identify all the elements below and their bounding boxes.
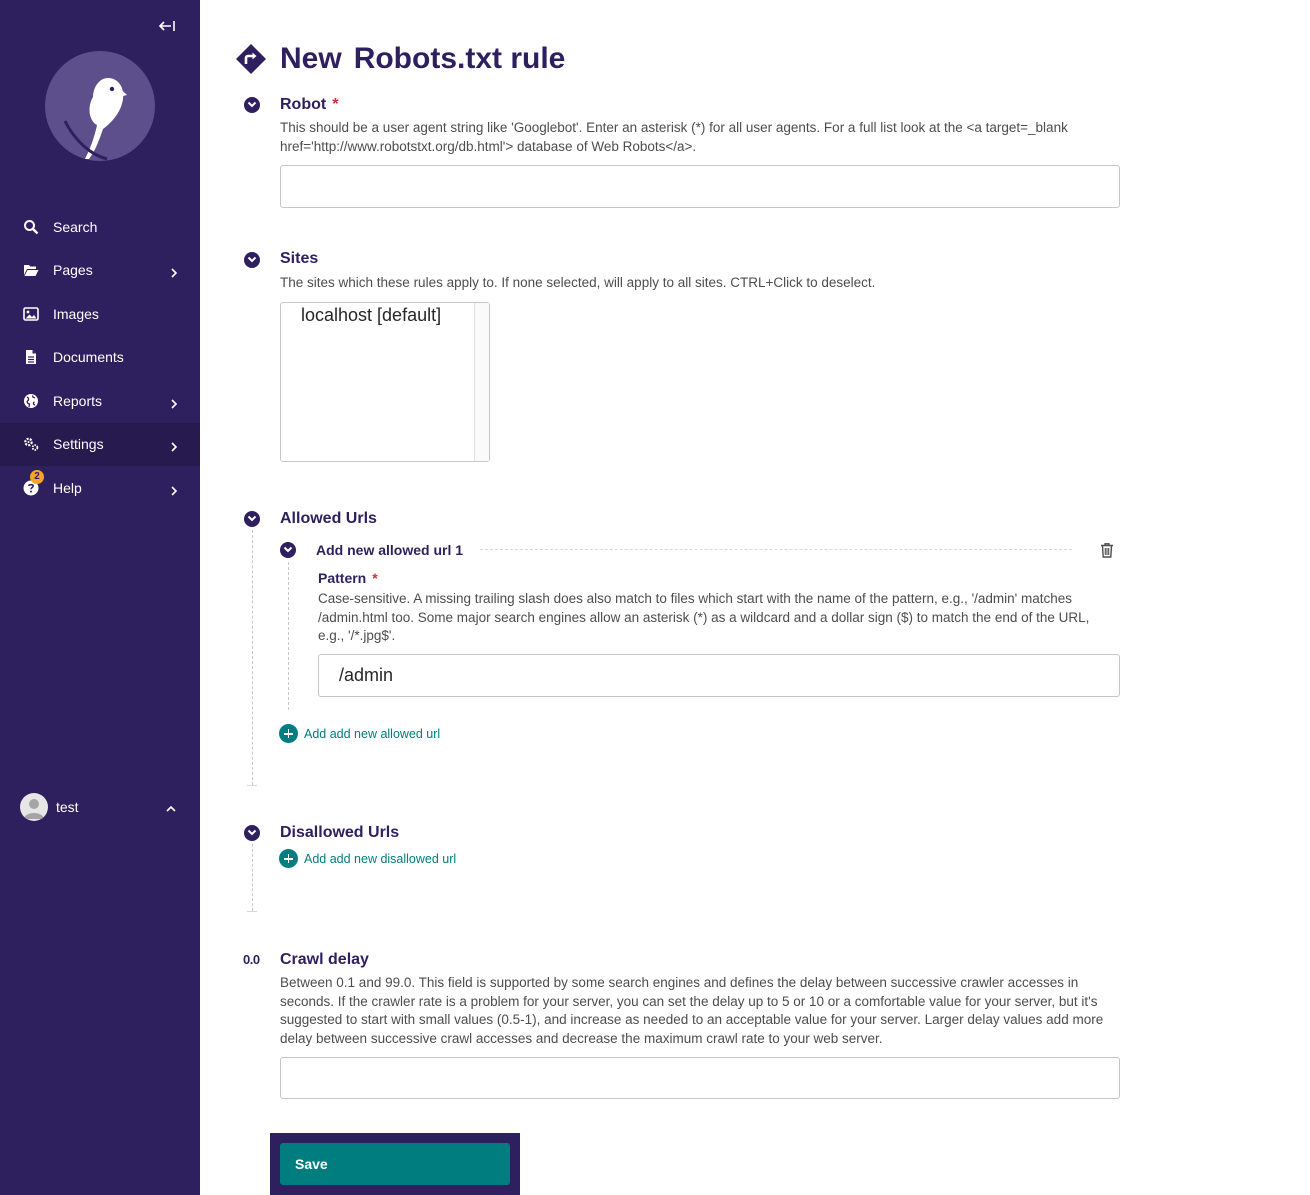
crawl-delay-input[interactable]	[280, 1057, 1120, 1099]
plus-icon	[279, 724, 298, 743]
chevron-right-icon	[169, 439, 179, 452]
avatar	[20, 793, 48, 821]
cogs-icon	[23, 436, 39, 452]
sidebar-item-label: Settings	[53, 436, 104, 453]
folder-open-icon	[23, 262, 39, 278]
robot-label: Robot *	[280, 96, 339, 113]
sidebar: Search Pages Images Documents Reports Se…	[0, 0, 200, 1195]
decimal-icon: 0.0	[243, 952, 260, 967]
page-title: New Robots.txt rule	[280, 42, 565, 76]
add-allowed-url-button[interactable]: Add add new allowed url	[279, 724, 440, 743]
main-content: New Robots.txt rule Robot * This should be…	[200, 0, 1310, 1195]
chevron-right-icon	[169, 265, 179, 278]
sites-label: Sites	[280, 250, 319, 267]
chevron-down-icon	[247, 515, 257, 522]
chevron-right-icon	[169, 483, 179, 496]
chevron-down-icon	[247, 829, 257, 836]
sidebar-item-label: Reports	[53, 392, 103, 409]
pattern-input[interactable]	[318, 654, 1120, 697]
sidebar-item-label: Search	[53, 218, 98, 235]
trash-icon[interactable]	[1100, 542, 1114, 558]
chevron-down-icon	[283, 546, 293, 553]
sidebar-nav: Search Pages Images Documents Reports Se…	[0, 205, 200, 510]
sidebar-item-label: Help	[53, 479, 82, 496]
section-guide-end	[247, 785, 257, 786]
sidebar-item-pages[interactable]: Pages	[0, 249, 200, 293]
add-disallowed-url-label: Add add new disallowed url	[304, 851, 457, 866]
sidebar-item-label: Pages	[53, 262, 93, 279]
collapse-sites-toggle[interactable]	[244, 252, 260, 268]
image-icon	[23, 306, 39, 322]
robot-input[interactable]	[280, 165, 1120, 208]
sites-help-text: The sites which these rules apply to. If…	[280, 275, 876, 290]
sidebar-item-reports[interactable]: Reports	[0, 379, 200, 423]
sidebar-item-label: Documents	[53, 349, 124, 366]
save-button[interactable]: Save	[280, 1143, 510, 1185]
allowed-url-1-label: Add new allowed url 1	[316, 542, 464, 558]
add-disallowed-url-button[interactable]: Add add new disallowed url	[279, 849, 456, 868]
child-header-divider	[480, 549, 1072, 550]
add-allowed-url-label: Add add new allowed url	[304, 726, 441, 741]
page-title-action: New	[280, 42, 342, 75]
sidebar-item-help[interactable]: 2 Help	[0, 466, 200, 510]
collapse-disallowed-urls-toggle[interactable]	[244, 825, 260, 841]
robot-help-text: This should be a user agent string like …	[280, 120, 1068, 154]
crawl-delay-help-text: Between 0.1 and 99.0. This field is supp…	[280, 975, 1104, 1046]
redirect-icon	[235, 43, 267, 75]
section-guide-end	[247, 911, 257, 912]
collapse-robot-toggle[interactable]	[244, 97, 260, 113]
page-title-model: Robots.txt rule	[353, 42, 566, 75]
wagtail-logo[interactable]	[45, 51, 155, 161]
section-guide-line	[252, 530, 253, 785]
user-name: test	[56, 799, 79, 815]
sidebar-item-documents[interactable]: Documents	[0, 336, 200, 380]
sidebar-item-settings[interactable]: Settings	[0, 422, 200, 466]
plus-icon	[279, 849, 298, 868]
section-guide-line	[252, 844, 253, 911]
child-guide-line	[288, 562, 289, 710]
collapse-allowed-urls-toggle[interactable]	[244, 511, 260, 527]
sidebar-item-images[interactable]: Images	[0, 292, 200, 336]
required-asterisk: *	[332, 96, 339, 113]
help-badge: 2	[30, 470, 44, 484]
collapse-allowed-url-1-toggle[interactable]	[280, 542, 296, 558]
document-icon	[23, 349, 39, 365]
site-option[interactable]: localhost [default]	[301, 305, 441, 326]
disallowed-urls-label: Disallowed Urls	[280, 824, 400, 841]
sidebar-item-label: Images	[53, 305, 99, 322]
scrollbar[interactable]	[474, 303, 489, 461]
allowed-urls-label: Allowed Urls	[280, 510, 377, 527]
collapse-sidebar-icon[interactable]	[156, 16, 178, 36]
pattern-help-text: Case-sensitive. A missing trailing slash…	[318, 591, 1090, 643]
chevron-down-icon	[247, 101, 257, 108]
globe-icon	[23, 393, 39, 409]
account-menu[interactable]: test	[20, 793, 190, 821]
sidebar-item-search[interactable]: Search	[0, 205, 200, 249]
sites-multiselect[interactable]: localhost [default]	[280, 302, 490, 462]
pattern-label: Pattern *	[318, 570, 378, 586]
crawl-delay-label: Crawl delay	[280, 951, 369, 968]
chevron-right-icon	[169, 396, 179, 409]
search-icon	[23, 219, 39, 235]
chevron-up-icon	[166, 801, 176, 812]
chevron-down-icon	[247, 256, 257, 263]
required-asterisk: *	[372, 570, 378, 586]
